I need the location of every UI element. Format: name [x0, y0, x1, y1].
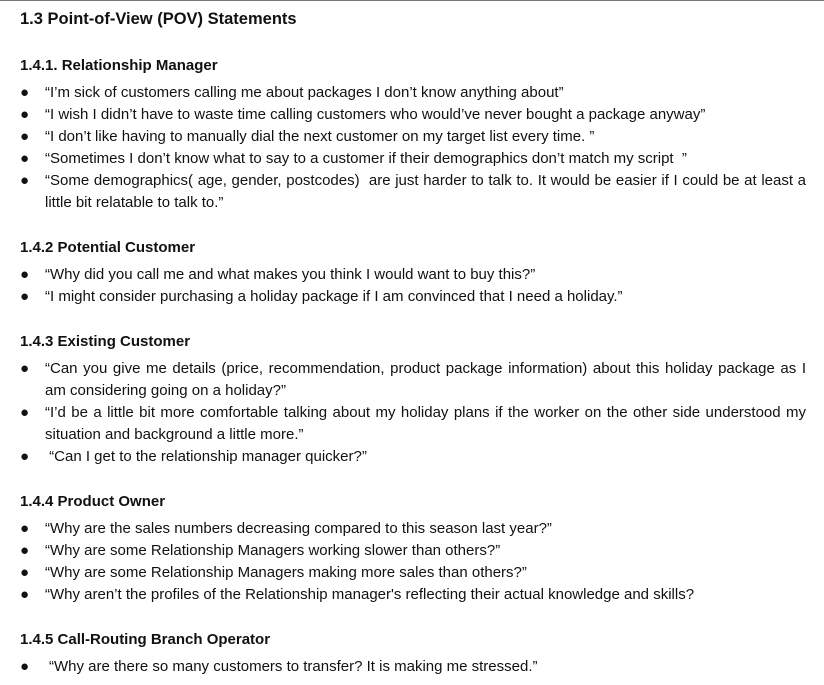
bullet-icon: ●: [20, 106, 30, 123]
list-item: ● “Why aren’t the profiles of the Relatio…: [20, 584, 806, 606]
section-heading: 1.4.3 Existing Customer: [20, 333, 191, 350]
quote-list: ● “Why are there so many customers to tra…: [20, 656, 806, 678]
quote-text: “Why are the sales numbers decreasing co…: [45, 520, 552, 537]
bullet-icon: ●: [20, 404, 30, 421]
list-item: ● “I might consider purchasing a holiday …: [20, 286, 806, 308]
bullet-icon: ●: [20, 288, 30, 305]
quote-list: ● “I’m sick of customers calling me about…: [20, 82, 806, 214]
quote-text: “Why did you call me and what makes you …: [45, 266, 536, 283]
quote-text: “Can I get to the relationship manager q…: [45, 448, 367, 465]
list-item: ● “Why are the sales numbers decreasing c…: [20, 518, 806, 540]
section-heading: 1.4.4 Product Owner: [20, 493, 166, 510]
quote-text: “I don’t like having to manually dial th…: [45, 128, 595, 145]
list-item: ● “Why are some Relationship Managers mak…: [20, 562, 806, 584]
bullet-icon: ●: [20, 586, 30, 603]
list-item: ● “I’d be a little bit more comfortable t…: [20, 402, 806, 446]
quote-text: “I’d be a little bit more comfortable ta…: [45, 404, 806, 443]
bullet-icon: ●: [20, 84, 30, 101]
bullet-icon: ●: [20, 542, 30, 559]
list-item: ● “I’m sick of customers calling me about…: [20, 82, 806, 104]
list-item: ● “Can I get to the relationship manager…: [20, 446, 806, 468]
quote-list: ● “Why are the sales numbers decreasing c…: [20, 518, 806, 606]
document-body: 1.3 Point-of-View (POV) Statements 1.4.1…: [20, 8, 806, 678]
quote-text: “Sometimes I don’t know what to say to a…: [45, 150, 687, 167]
top-border-line: [0, 0, 824, 1]
quote-list: ● “Can you give me details (price, recomm…: [20, 358, 806, 468]
bullet-icon: ●: [20, 266, 30, 283]
bullet-icon: ●: [20, 150, 30, 167]
quote-text: “Some demographics( age, gender, postcod…: [45, 172, 811, 211]
list-item: ● “Why did you call me and what makes you…: [20, 264, 806, 286]
quote-list: ● “Why did you call me and what makes you…: [20, 264, 806, 308]
section-product-owner: 1.4.4 Product Owner ● “Why are the sales …: [20, 492, 806, 606]
section-call-routing-branch-operator: 1.4.5 Call-Routing Branch Operator ● “Why…: [20, 630, 806, 678]
section-heading: 1.4.5 Call-Routing Branch Operator: [20, 631, 271, 648]
quote-text: “I wish I didn’t have to waste time call…: [45, 106, 706, 123]
bullet-icon: ●: [20, 128, 30, 145]
section-existing-customer: 1.4.3 Existing Customer ● “Can you give m…: [20, 332, 806, 468]
section-potential-customer: 1.4.2 Potential Customer ● “Why did you c…: [20, 238, 806, 308]
quote-text: “Why aren’t the profiles of the Relation…: [45, 586, 695, 603]
quote-text: “I’m sick of customers calling me about …: [45, 84, 564, 101]
section-heading: 1.4.1. Relationship Manager: [20, 57, 218, 74]
bullet-icon: ●: [20, 172, 30, 189]
list-item: ● “Why are some Relationship Managers wor…: [20, 540, 806, 562]
list-item: ● “Can you give me details (price, recomm…: [20, 358, 806, 402]
document-title: 1.3 Point-of-View (POV) Statements: [20, 10, 297, 28]
section-relationship-manager: 1.4.1. Relationship Manager ● “I’m sick o…: [20, 56, 806, 214]
quote-text: “Can you give me details (price, recomme…: [45, 360, 806, 399]
bullet-icon: ●: [20, 658, 30, 675]
quote-text: “Why are some Relationship Managers maki…: [45, 564, 527, 581]
section-heading: 1.4.2 Potential Customer: [20, 239, 196, 256]
list-item: ● “Why are there so many customers to tra…: [20, 656, 806, 678]
list-item: ● “Some demographics( age, gender, postco…: [20, 170, 806, 214]
list-item: ● “I don’t like having to manually dial t…: [20, 126, 806, 148]
quote-text: “I might consider purchasing a holiday p…: [45, 288, 623, 305]
bullet-icon: ●: [20, 564, 30, 581]
list-item: ● “Sometimes I don’t know what to say to …: [20, 148, 806, 170]
bullet-icon: ●: [20, 448, 30, 465]
quote-text: “Why are some Relationship Managers work…: [45, 542, 501, 559]
bullet-icon: ●: [20, 520, 30, 537]
bullet-icon: ●: [20, 360, 30, 377]
quote-text: “Why are there so many customers to tran…: [49, 658, 538, 675]
list-item: ● “I wish I didn’t have to waste time cal…: [20, 104, 806, 126]
